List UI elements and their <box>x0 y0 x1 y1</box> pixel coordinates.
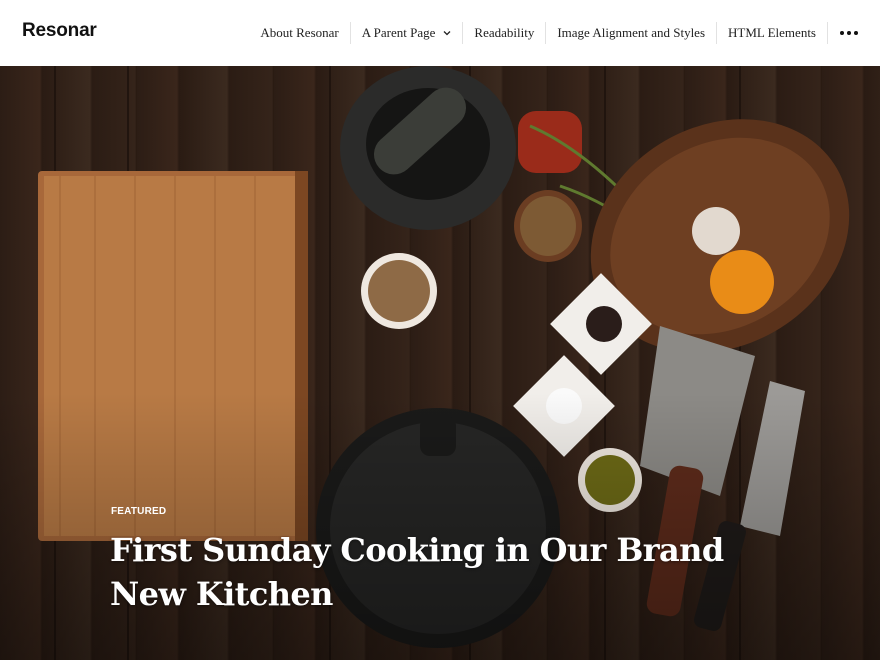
featured-label: FEATURED <box>111 506 167 517</box>
nav-item-label: Image Alignment and Styles <box>557 25 706 40</box>
featured-hero[interactable]: FEATURED First Sunday Cooking in Our Bra… <box>0 66 880 660</box>
main-navigation: About Resonar A Parent Page Readability … <box>249 0 866 66</box>
nav-item-label: Readability <box>474 25 535 40</box>
site-title[interactable]: Resonar <box>22 20 97 42</box>
post-title[interactable]: First Sunday Cooking in Our Brand New Ki… <box>110 528 750 616</box>
nav-item-image-alignment[interactable]: Image Alignment and Styles <box>545 22 716 44</box>
nav-item-a-parent-page[interactable]: A Parent Page <box>349 22 463 44</box>
nav-item-html-elements[interactable]: HTML Elements <box>716 22 827 44</box>
nav-item-about-resonar[interactable]: About Resonar <box>249 22 349 44</box>
ellipsis-icon[interactable] <box>827 22 866 44</box>
nav-item-label: HTML Elements <box>728 25 816 40</box>
nav-item-readability[interactable]: Readability <box>462 22 545 44</box>
chevron-down-icon[interactable] <box>443 30 451 36</box>
nav-item-label: A Parent Page <box>361 25 436 40</box>
site-header: Resonar About Resonar A Parent Page Read… <box>0 0 880 66</box>
nav-item-label: About Resonar <box>260 25 339 40</box>
